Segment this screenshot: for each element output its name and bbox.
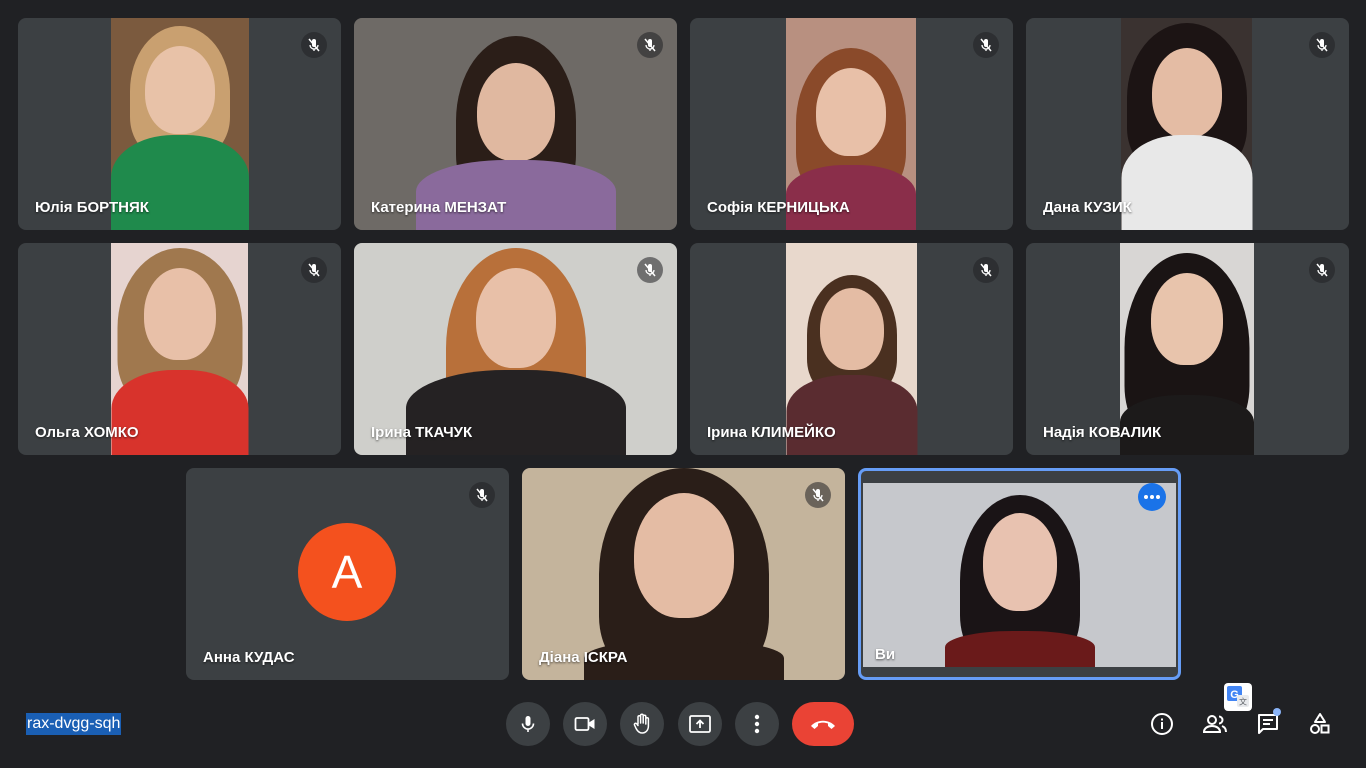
people-button[interactable] (1201, 710, 1229, 738)
participant-name: Анна КУДАС (203, 649, 295, 666)
self-tile[interactable]: Ви (858, 468, 1181, 680)
participant-tile-7[interactable]: Ірина КЛИМЕЙКО (690, 243, 1013, 455)
participant-video (1121, 18, 1252, 230)
raise-hand-button[interactable] (620, 702, 664, 746)
participant-name: Діана ІСКРА (539, 649, 628, 666)
present-button[interactable] (678, 702, 722, 746)
mic-muted-icon (805, 482, 831, 508)
mic-muted-icon (301, 257, 327, 283)
participant-tile-2[interactable]: Катерина МЕНЗАТ (354, 18, 677, 230)
participant-name: Дана КУЗИК (1043, 199, 1132, 216)
mic-muted-icon (637, 257, 663, 283)
notification-dot (1273, 708, 1281, 716)
translate-icon[interactable]: G文 (1224, 683, 1252, 711)
participant-tile-3[interactable]: Софія КЕРНИЦЬКА (690, 18, 1013, 230)
participant-tile-9[interactable]: A Анна КУДАС (186, 468, 509, 680)
participant-tile-6[interactable]: Ірина ТКАЧУК (354, 243, 677, 455)
mic-muted-icon (301, 32, 327, 58)
mic-muted-icon (469, 482, 495, 508)
meeting-code: rax-dvgg-sqh (26, 713, 122, 735)
more-vert-icon (754, 714, 760, 734)
mic-icon (521, 716, 535, 732)
hand-icon (633, 713, 650, 734)
mic-muted-icon (637, 32, 663, 58)
svg-text:文: 文 (1239, 697, 1247, 707)
participant-tile-1[interactable]: Юлія БОРТНЯК (18, 18, 341, 230)
participant-tile-5[interactable]: Ольга ХОМКО (18, 243, 341, 455)
mic-muted-icon (1309, 257, 1335, 283)
mic-muted-icon (973, 32, 999, 58)
end-call-icon (811, 720, 835, 729)
participant-name: Катерина МЕНЗАТ (371, 199, 507, 216)
participant-name: Юлія БОРТНЯК (35, 199, 149, 216)
mic-button[interactable] (506, 702, 550, 746)
participant-tile-4[interactable]: Дана КУЗИК (1026, 18, 1349, 230)
participant-name: Ірина КЛИМЕЙКО (707, 424, 836, 441)
self-video (863, 483, 1176, 667)
mic-muted-icon (973, 257, 999, 283)
more-options-icon[interactable] (1138, 483, 1166, 511)
participant-name: Софія КЕРНИЦЬКА (707, 199, 850, 216)
activities-icon (1310, 713, 1330, 734)
chat-button[interactable] (1254, 708, 1282, 738)
participant-name: Ольга ХОМКО (35, 424, 139, 441)
participant-name: Ви (875, 646, 896, 663)
info-button[interactable] (1148, 710, 1176, 738)
present-screen-icon (689, 715, 711, 733)
mic-muted-icon (1309, 32, 1335, 58)
participant-tile-8[interactable]: Надія КОВАЛИК (1026, 243, 1349, 455)
more-options-button[interactable] (735, 702, 779, 746)
camera-icon (574, 717, 595, 731)
activities-button[interactable] (1306, 710, 1334, 738)
participant-name: Надія КОВАЛИК (1043, 424, 1162, 441)
end-call-button[interactable] (792, 702, 854, 746)
participant-name: Ірина ТКАЧУК (371, 424, 473, 441)
people-icon (1202, 715, 1227, 733)
avatar: A (298, 523, 396, 621)
participant-tile-10[interactable]: Діана ІСКРА (522, 468, 845, 680)
info-icon (1151, 713, 1173, 735)
camera-button[interactable] (563, 702, 607, 746)
